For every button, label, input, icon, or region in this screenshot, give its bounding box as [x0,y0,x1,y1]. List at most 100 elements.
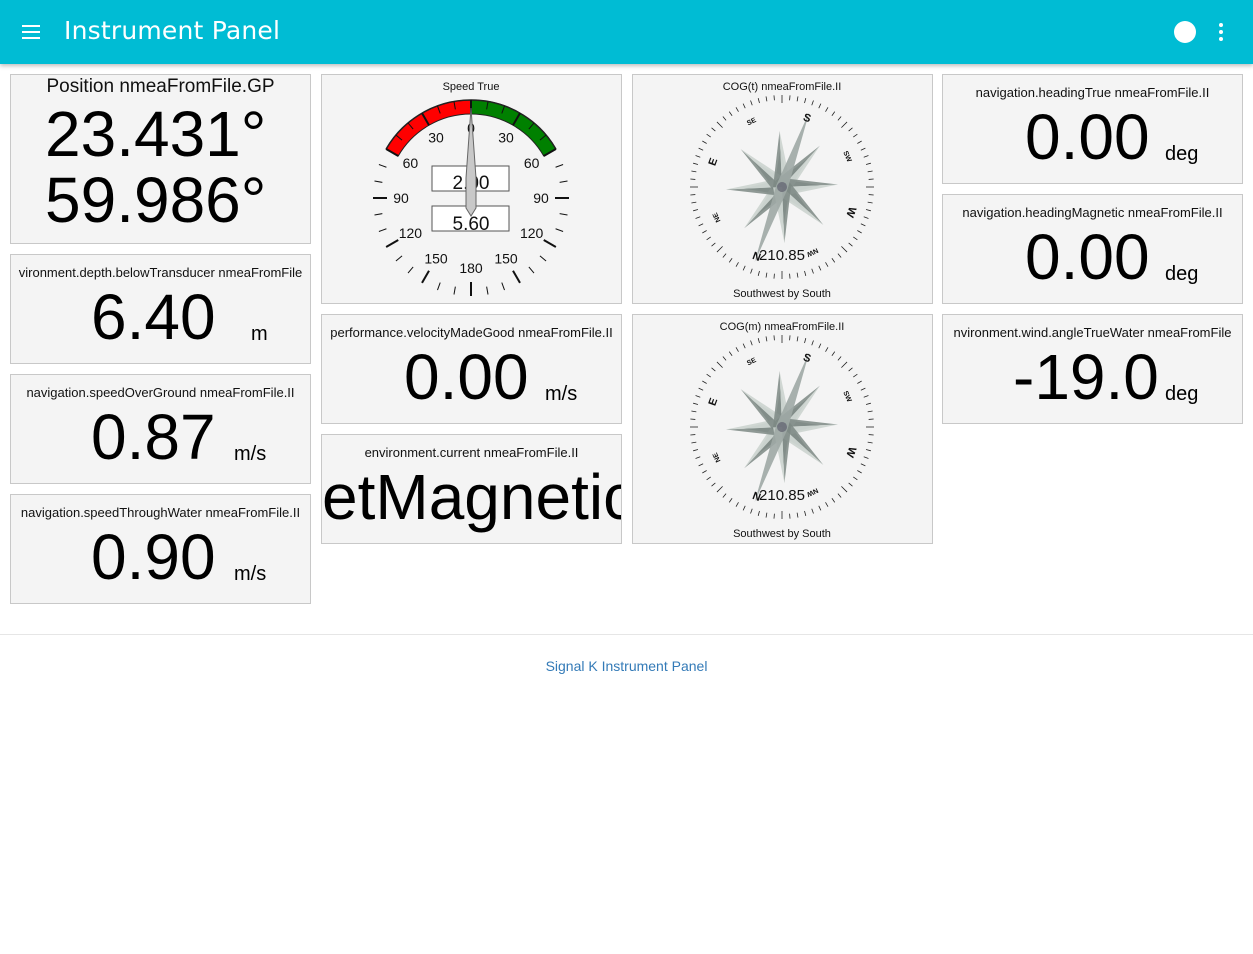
cog-true-tile[interactable]: COG(t) nmeaFromFile.II S SW W NW N NE E SE 210.… [632,74,933,304]
compass-tick [818,343,822,349]
compass-tick [750,340,753,346]
compass-cardinal-label: SE [746,357,758,367]
gauge-scale-label: 180 [459,260,483,276]
compass-tick [825,502,829,507]
more-vertical-icon[interactable] [1210,20,1230,44]
compass-tick [825,347,829,352]
sog-value: 0.87 [91,401,216,473]
position-tile[interactable]: Position nmeaFromFile.GP 23.431° 59.986° [10,74,311,244]
stw-unit: m/s [234,563,267,585]
compass-tick [742,505,746,511]
compass-tick [735,262,739,267]
compass-tick [691,410,697,413]
compass-tick [728,351,733,356]
heading-mag-tile[interactable]: navigation.headingMagnetic nmeaFromFile.… [942,194,1243,304]
cog-true-value: 210.85 [759,247,805,264]
vmg-tile[interactable]: performance.velocityMadeGood nmeaFromFil… [321,314,622,424]
compass-tick [831,351,836,356]
compass-cardinal-label: S [801,352,812,366]
compass-tick [867,170,873,173]
gauge-tick [395,255,403,262]
gauge-tick [543,239,557,248]
compass-cardinal-label: NW [805,486,819,497]
app-title: Instrument Panel [64,16,281,45]
compass-tick [742,265,746,271]
compass-tick [837,493,842,498]
gauge-tick [528,266,535,274]
speed-gauge-tile[interactable]: Speed True 0306090120150180150120906030 … [321,74,622,304]
compass-tick [695,155,701,158]
cog-true-compass: COG(t) nmeaFromFile.II SSWWNWNNEESE 210.… [690,81,874,300]
latitude-value: 23.431° [45,98,267,170]
compass-tick [853,133,858,138]
cog-mag-tile[interactable]: COG(m) nmeaFromFile.II S SW W NW N NE E SE 210.… [632,314,933,544]
cog-true-description: Southwest by South [733,288,831,300]
compass-tick [865,449,871,452]
hamburger-menu-icon[interactable] [20,20,44,44]
longitude-value: 59.986° [45,164,267,236]
current-value: setMagnetic [322,461,622,533]
stw-tile[interactable]: navigation.speedThroughWater nmeaFromFil… [10,494,311,604]
gauge-tick [374,180,383,183]
gauge-tick [378,228,387,232]
compass-tick [722,253,727,258]
sog-tile[interactable]: navigation.speedOverGround nmeaFromFile.… [10,374,311,484]
compass-tick [742,343,746,349]
compass-tick [863,456,869,459]
compass-tick [722,116,727,121]
compass-tick [765,512,768,518]
cog-mag-description: Southwest by South [733,528,831,540]
compass-tick [742,103,746,109]
compass-tick [848,482,853,487]
compass-cardinal-label: E [707,157,721,168]
compass-tick [818,103,822,109]
compass-tick [695,395,701,398]
compass-tick [711,127,716,132]
gauge-tick [378,164,387,168]
gauge-scale-label: 30 [498,129,514,145]
wind-angle-value: -19.0 [1013,341,1159,413]
compass-tick [841,121,848,128]
compass-tick [796,272,799,278]
gauge-scale-label: 60 [403,155,419,171]
vmg-value: 0.00 [404,341,529,413]
compass-cardinal-label: E [707,397,721,408]
footer-link[interactable]: Signal K Instrument Panel [0,658,1253,674]
footer-divider [0,634,1253,635]
heading-true-value: 0.00 [1025,101,1150,173]
compass-tick [765,336,768,342]
gauge-tick [501,282,505,291]
compass-cardinal-label: NE [712,211,723,223]
compass-tick [706,476,711,481]
depth-tile[interactable]: vironment.depth.belowTransducer nmeaFrom… [10,254,311,364]
wind-angle-label: nvironment.wind.angleTrueWater nmeaFromF… [953,325,1232,340]
current-tile[interactable]: environment.current nmeaFromFile.II setM… [321,434,622,544]
heading-true-tile[interactable]: navigation.headingTrue nmeaFromFile.II 0… [942,74,1243,184]
heading-mag-unit: deg [1165,263,1199,285]
compass-tick [765,96,768,102]
compass-tick [750,100,753,106]
vmg-unit: m/s [545,383,578,405]
compass-tick [818,265,822,271]
compass-tick [863,155,869,158]
compass-tick [853,373,858,378]
compass-tick [831,498,836,503]
compass-tick [837,356,842,361]
wind-angle-unit: deg [1165,383,1199,405]
gauge-scale-label: 90 [393,190,409,206]
sog-label: navigation.speedOverGround nmeaFromFile.… [26,385,295,400]
compass-tick [811,340,814,346]
connection-status-icon[interactable] [1174,21,1196,43]
compass-tick [825,107,829,112]
compass-tick [693,209,699,212]
compass-cardinal-label: SE [746,117,758,127]
compass-tick [706,133,711,138]
compass-tick [811,100,814,106]
compass-tick [691,201,697,204]
gauge-tick [555,228,564,232]
gauge-tick [486,286,489,295]
compass-tick [848,127,853,132]
wind-angle-tile[interactable]: nvironment.wind.angleTrueWater nmeaFromF… [942,314,1243,424]
compass-tick [804,510,807,516]
depth-unit: m [251,323,268,345]
